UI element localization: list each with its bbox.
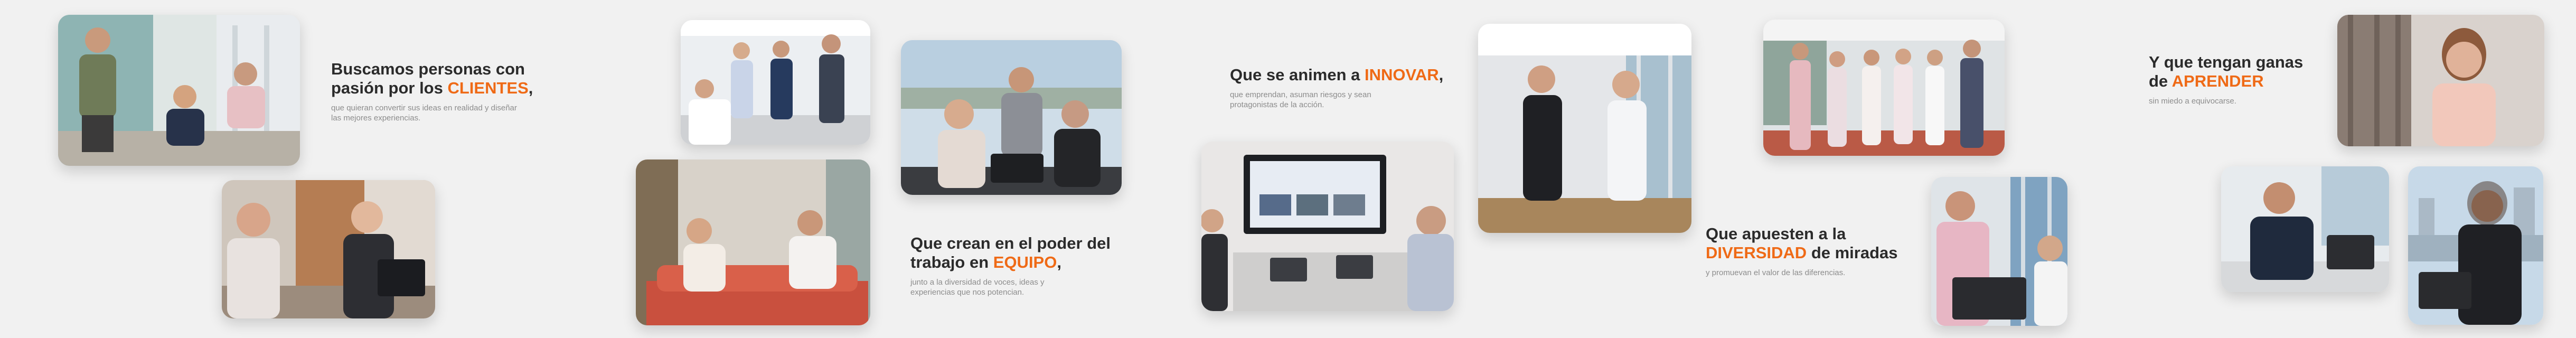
headline-accent: CLIENTES <box>447 79 529 97</box>
headline-accent: DIVERSIDAD <box>1706 243 1807 262</box>
photo-laptop-window <box>1931 177 2067 326</box>
headline-text-end: , <box>1439 65 1444 84</box>
headline-equipo: Que crean en el poder del trabajo en EQU… <box>910 234 1132 272</box>
photo-team-bench <box>58 15 300 166</box>
photo-woman-portrait <box>2337 15 2544 146</box>
headline-clientes: Buscamos personas con pasión por los CLI… <box>331 60 553 98</box>
headline-text: Que apuesten a la <box>1706 224 1846 243</box>
caption-aprender: Y que tengan ganas de APRENDER sin miedo… <box>2149 53 2323 106</box>
headline-diversidad: Que apuesten a la DIVERSIDAD de miradas <box>1706 224 1917 262</box>
headline-accent: INNOVAR <box>1365 65 1439 84</box>
photo-team-group <box>1763 20 2005 156</box>
photo-two-women-standing <box>1478 24 1691 233</box>
caption-diversidad: Que apuesten a la DIVERSIDAD de miradas … <box>1706 224 1917 278</box>
headline-accent: APRENDER <box>2171 72 2264 90</box>
headline-text-end: , <box>1057 253 1061 271</box>
subtext-innovar: que emprendan, asuman riesgos y sean pro… <box>1230 90 1371 109</box>
photo-meeting-room-screen <box>1201 142 1454 311</box>
subtext-clientes: que quieran convertir sus ideas en reali… <box>331 104 517 123</box>
photo-team-city-laptop <box>901 40 1122 195</box>
headline-text: Que se animen a <box>1230 65 1365 84</box>
photo-woman-laptop-city <box>2408 166 2543 325</box>
subtext-aprender: sin miedo a equivocarse. <box>2149 97 2236 106</box>
subtext-diversidad: y promuevan el valor de las diferencias. <box>1706 268 1846 277</box>
caption-equipo: Que crean en el poder del trabajo en EQU… <box>910 234 1132 297</box>
headline-innovar: Que se animen a INNOVAR, <box>1230 65 1473 84</box>
subtext-equipo: junto a la diversidad de voces, ideas y … <box>910 278 1045 297</box>
caption-innovar: Que se animen a INNOVAR, que emprendan, … <box>1230 65 1473 110</box>
headline-text-end: , <box>528 79 533 97</box>
photo-sofa-conversation <box>636 159 870 325</box>
photo-team-standing-office <box>681 20 870 145</box>
headline-text-end: de miradas <box>1807 243 1898 262</box>
caption-clientes: Buscamos personas con pasión por los CLI… <box>331 60 553 123</box>
photo-laptop-meeting <box>222 180 435 318</box>
headline-aprender: Y que tengan ganas de APRENDER <box>2149 53 2323 91</box>
photo-man-laptop <box>2221 166 2389 292</box>
headline-accent: EQUIPO <box>993 253 1057 271</box>
